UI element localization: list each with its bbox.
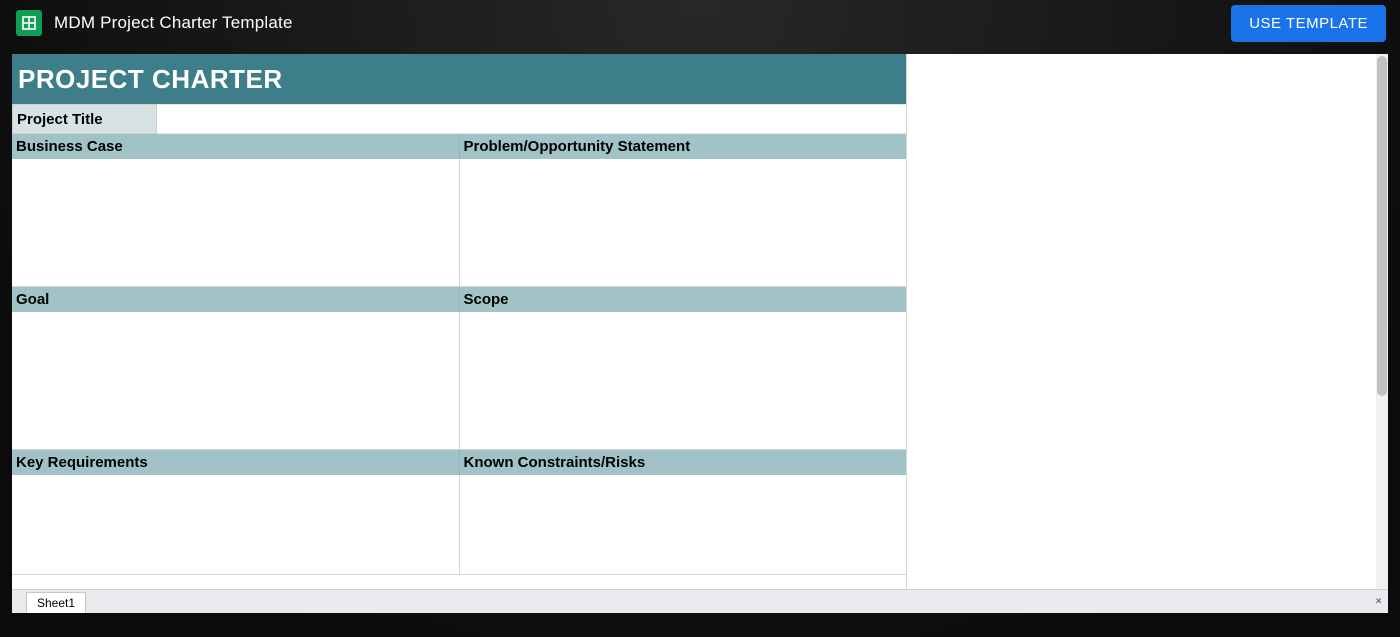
- sheet-body: PROJECT CHARTER Project Title Business C…: [12, 54, 1388, 589]
- charter-banner-title: PROJECT CHARTER: [18, 64, 283, 95]
- use-template-button[interactable]: USE TEMPLATE: [1231, 5, 1386, 42]
- document-title: MDM Project Charter Template: [54, 13, 293, 33]
- section-content-row-2: [12, 312, 906, 450]
- app-window: MDM Project Charter Template USE TEMPLAT…: [0, 0, 1400, 637]
- sheet-tabs-bar: Sheet1 ×: [12, 589, 1388, 613]
- section-known-constraints-label: Known Constraints/Risks: [460, 450, 907, 475]
- section-key-requirements-label: Key Requirements: [12, 450, 460, 475]
- key-requirements-cell[interactable]: [12, 475, 460, 575]
- sheet-tab-1[interactable]: Sheet1: [26, 592, 86, 613]
- spreadsheet-frame: PROJECT CHARTER Project Title Business C…: [12, 54, 1388, 613]
- close-icon[interactable]: ×: [1375, 594, 1382, 607]
- project-title-label: Project Title: [12, 104, 157, 134]
- problem-statement-cell[interactable]: [460, 159, 907, 287]
- title-group: MDM Project Charter Template: [16, 10, 293, 36]
- known-constraints-cell[interactable]: [460, 475, 907, 575]
- section-header-row-2: Goal Scope: [12, 287, 906, 312]
- section-content-row-3: [12, 475, 906, 575]
- business-case-cell[interactable]: [12, 159, 460, 287]
- scope-cell[interactable]: [460, 312, 907, 450]
- vertical-scrollbar-thumb[interactable]: [1377, 56, 1387, 396]
- sheet-blank-area[interactable]: [907, 54, 1388, 589]
- section-header-row-1: Business Case Problem/Opportunity Statem…: [12, 134, 906, 159]
- charter-banner: PROJECT CHARTER: [12, 54, 906, 104]
- goal-cell[interactable]: [12, 312, 460, 450]
- project-title-input[interactable]: [157, 104, 906, 134]
- vertical-scrollbar[interactable]: [1376, 54, 1388, 589]
- top-toolbar: MDM Project Charter Template USE TEMPLAT…: [0, 0, 1400, 46]
- project-title-row: Project Title: [12, 104, 906, 134]
- section-content-row-1: [12, 159, 906, 287]
- section-business-case-label: Business Case: [12, 134, 460, 159]
- sheets-icon: [16, 10, 42, 36]
- section-goal-label: Goal: [12, 287, 460, 312]
- section-problem-statement-label: Problem/Opportunity Statement: [460, 134, 907, 159]
- section-scope-label: Scope: [460, 287, 907, 312]
- sheet-content-area[interactable]: PROJECT CHARTER Project Title Business C…: [12, 54, 907, 589]
- section-header-row-3: Key Requirements Known Constraints/Risks: [12, 450, 906, 475]
